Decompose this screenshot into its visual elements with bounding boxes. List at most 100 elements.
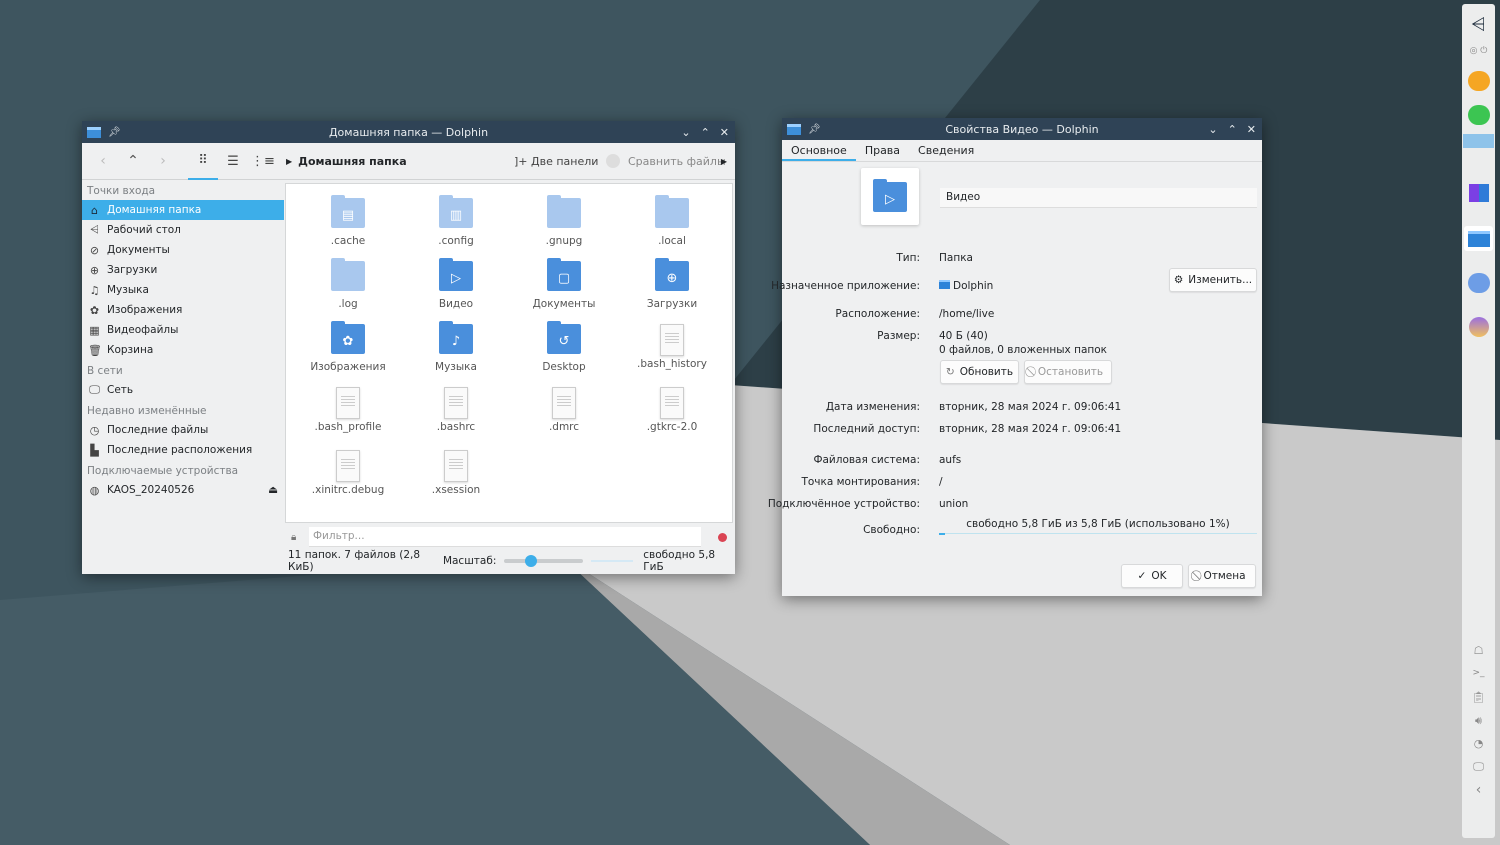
breadcrumb[interactable]: Домашняя папка — [298, 155, 407, 168]
refresh-button[interactable]: ↻ Обновить — [940, 360, 1019, 384]
minimize-button[interactable]: ⌄ — [681, 126, 690, 139]
network-icon[interactable]: ◔ — [1462, 737, 1495, 750]
more-arrow-icon[interactable]: ▶ — [721, 157, 727, 166]
file-item[interactable]: .bash_profile — [298, 387, 398, 433]
file-item[interactable]: .dmrc — [514, 387, 614, 433]
icons-view-button[interactable]: ⠿ — [188, 143, 218, 180]
breadcrumb-arrow-icon: ▶ — [286, 156, 293, 166]
zoom-slider-handle[interactable] — [525, 555, 538, 567]
lock-icon[interactable]: 🔒︎ — [291, 532, 296, 543]
places-item-label: Видеофайлы — [107, 324, 179, 336]
eject-icon[interactable]: ⏏ — [268, 484, 278, 496]
places-item-label: KAOS_20240526 — [107, 484, 195, 496]
kaos-menu-icon[interactable]: ⩤ — [1466, 12, 1491, 37]
modified-value: вторник, 28 мая 2024 г. 09:06:41 — [939, 401, 1122, 413]
folder-icon: ♪ — [439, 321, 473, 354]
music-icon: ♫ — [89, 283, 100, 297]
tab-details[interactable]: Сведения — [909, 140, 983, 161]
type-label: Тип: — [896, 252, 920, 264]
places-item[interactable]: 🖵︎ Сеть — [82, 380, 284, 400]
forward-button[interactable]: › — [148, 153, 178, 169]
ghost-icon[interactable]: ☖ — [1462, 644, 1495, 657]
places-item[interactable]: ✿ Изображения — [82, 300, 284, 320]
check-icon: ✓ — [1137, 570, 1147, 582]
stop-button[interactable]: ⃠Остановить — [1024, 360, 1112, 384]
up-button[interactable]: ⌃ — [118, 153, 148, 169]
collapse-panel-icon[interactable]: ‹ — [1462, 782, 1495, 798]
file-item[interactable]: .bash_history — [622, 324, 722, 370]
file-item[interactable]: ▢ Документы — [514, 258, 614, 310]
file-item[interactable]: .xsession — [406, 450, 506, 496]
disc-icon: ◍ — [89, 483, 100, 497]
file-item[interactable]: ⊕ Загрузки — [622, 258, 722, 310]
notes-blue-app-icon[interactable] — [1467, 272, 1490, 293]
clear-filter-icon[interactable] — [718, 532, 727, 542]
change-app-button[interactable]: ⚙ Изменить... — [1169, 268, 1257, 292]
terminal-icon[interactable]: >_ — [1462, 668, 1495, 678]
split-button[interactable]: ]+ Две панели — [514, 155, 598, 168]
cancel-button[interactable]: ⃠Отмена — [1188, 564, 1256, 588]
session-icons[interactable]: ◎ ⏻ — [1462, 46, 1495, 56]
mount-value: / — [939, 476, 943, 488]
tab-general[interactable]: Основное — [782, 140, 856, 161]
file-item[interactable]: ▤ .cache — [298, 195, 398, 247]
file-item[interactable]: ✿ Изображения — [298, 321, 398, 373]
file-item[interactable]: .bashrc — [406, 387, 506, 433]
compare-files-button[interactable]: Сравнить файлы — [606, 154, 726, 168]
places-item[interactable]: ▙ Последние расположения — [82, 440, 284, 460]
app-grid-icon[interactable] — [1468, 183, 1489, 202]
close-button[interactable]: ✕ — [1247, 123, 1256, 136]
clipboard-icon[interactable]: 📋︎ — [1462, 691, 1495, 704]
places-item[interactable]: ▦ Видеофайлы — [82, 320, 284, 340]
file-item[interactable]: .gtkrc-2.0 — [622, 387, 722, 433]
dolphin-task-icon[interactable] — [1467, 230, 1490, 247]
places-item[interactable]: ⊕ Загрузки — [82, 260, 284, 280]
modified-label: Дата изменения: — [825, 401, 920, 413]
places-item[interactable]: ⩤ Рабочий стол — [82, 220, 284, 240]
filter-input[interactable]: Фильтр... — [309, 527, 701, 547]
minimize-button[interactable]: ⌄ — [1208, 123, 1217, 136]
device-label: Подключённое устройство: — [767, 498, 920, 510]
pager-widget[interactable] — [1463, 134, 1494, 148]
file-item[interactable]: ▥ .config — [406, 195, 506, 247]
split-icon: ]+ — [514, 154, 532, 168]
file-item[interactable]: .local — [622, 195, 722, 247]
places-item[interactable]: ⌂ Домашняя папка — [82, 200, 284, 220]
places-item[interactable]: ◍ KAOS_20240526 ⏏ — [82, 480, 284, 500]
maximize-button[interactable]: ⌃ — [701, 126, 710, 139]
file-item[interactable]: ♪ Музыка — [406, 321, 506, 373]
ok-button[interactable]: ✓ OK — [1121, 564, 1183, 588]
file-item[interactable]: ↺ Desktop — [514, 321, 614, 373]
places-item[interactable]: 🗑︎ Корзина — [82, 340, 284, 360]
file-name: Desktop — [542, 361, 586, 373]
dolphin-app-icon — [939, 280, 950, 289]
volume-icon[interactable]: 🔊︎ — [1462, 714, 1495, 728]
details-view-button[interactable]: ⋮≡ — [248, 143, 278, 180]
file-name: .config — [438, 235, 474, 247]
file-item[interactable]: .gnupg — [514, 195, 614, 247]
calculator-app-icon[interactable] — [1467, 104, 1490, 125]
maximize-button[interactable]: ⌃ — [1228, 123, 1237, 136]
places-item[interactable]: ♫ Музыка — [82, 280, 284, 300]
notes-app-icon[interactable] — [1467, 70, 1490, 91]
name-field[interactable]: Видео — [940, 188, 1257, 208]
compact-view-button[interactable]: ☰ — [218, 143, 248, 180]
properties-dialog: 📌︎ Свойства Видео — Dolphin ⌄ ⌃ ✕ Основное… — [768, 118, 1262, 596]
tab-permissions[interactable]: Права — [856, 140, 909, 161]
places-item[interactable]: ◷ Последние файлы — [82, 420, 284, 440]
file-item[interactable]: .log — [298, 258, 398, 310]
window-title: Свойства Видео — Dolphin — [945, 122, 1099, 136]
places-section-title: В сети — [87, 365, 123, 377]
toolbar: ‹ ⌃ › ⠿ ☰ ⋮≡ ▶ Домашняя папка ]+ Две пан… — [82, 143, 735, 180]
file-item[interactable]: ▷ Видео — [406, 258, 506, 310]
places-item-label: Сеть — [107, 384, 134, 396]
folder-icon-button[interactable]: ▷ — [861, 168, 919, 225]
places-item[interactable]: ⊘ Документы — [82, 240, 284, 260]
back-button[interactable]: ‹ — [88, 153, 118, 169]
browser-app-icon[interactable] — [1468, 316, 1489, 337]
close-button[interactable]: ✕ — [720, 126, 729, 139]
fs-value: aufs — [939, 454, 962, 466]
display-icon[interactable]: 🖵︎ — [1462, 760, 1495, 774]
zoom-slider[interactable] — [504, 555, 584, 567]
file-item[interactable]: .xinitrc.debug — [298, 450, 398, 496]
